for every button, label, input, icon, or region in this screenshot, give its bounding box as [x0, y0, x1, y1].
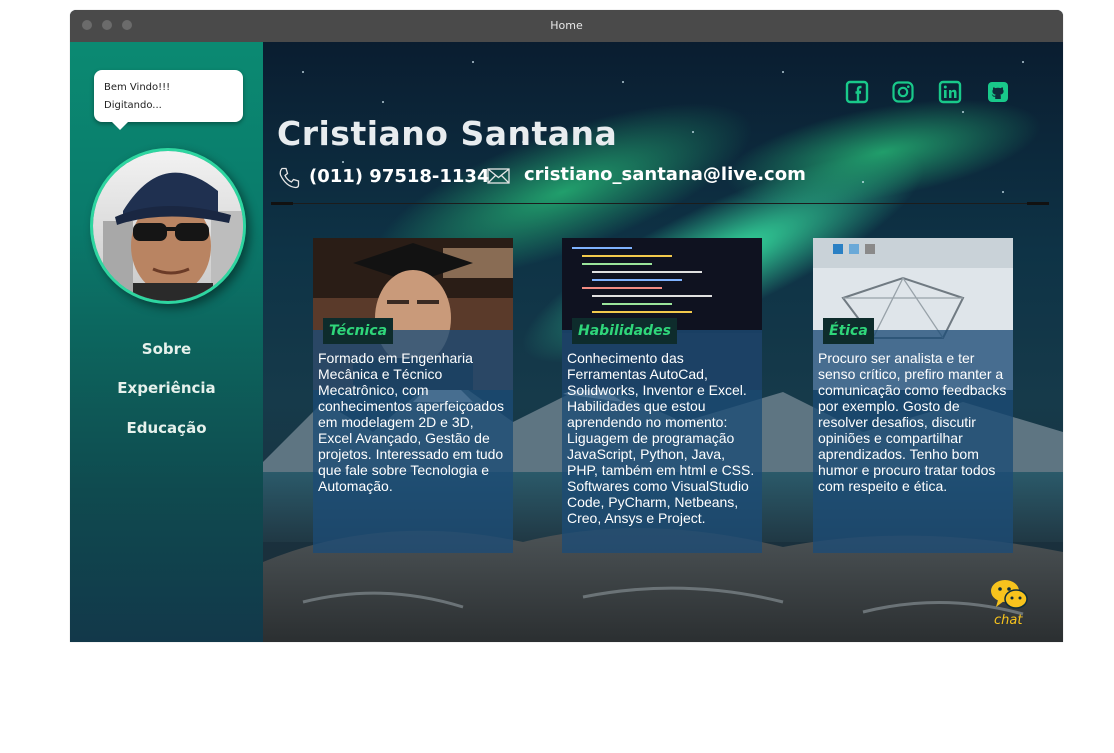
email-address: cristiano_santana@live.com	[524, 164, 806, 185]
avatar-photo	[93, 151, 243, 301]
welcome-text: Bem Vindo!!!	[104, 82, 171, 93]
card-title: Técnica	[323, 318, 394, 344]
card-title: Ética	[823, 318, 874, 344]
card-tecnica: Técnica Formado em Engenharia Mecânica e…	[313, 238, 513, 553]
card-text: Procuro ser analista e ter senso crítico…	[818, 350, 1007, 494]
linkedin-icon[interactable]	[938, 80, 962, 104]
browser-window: Home Bem Vindo!!! Digitando... Sobre Exp…	[70, 10, 1063, 642]
profile-name: Cristiano Santana	[277, 114, 618, 153]
instagram-icon[interactable]	[891, 80, 915, 104]
card-etica: Ética Procuro ser analista e ter senso c…	[813, 238, 1013, 553]
header-divider	[271, 202, 1049, 205]
github-icon[interactable]	[986, 80, 1010, 104]
phone-number: (011) 97518-1134	[309, 166, 490, 187]
nav-educacao[interactable]: Educação	[70, 419, 263, 437]
card-text: Formado em Engenharia Mecânica e Técnico…	[318, 350, 505, 494]
card-text: Conhecimento das Ferramentas AutoCad, So…	[567, 350, 755, 526]
nav-experiencia[interactable]: Experiência	[70, 379, 263, 397]
nav-sobre[interactable]: Sobre	[70, 340, 263, 358]
title-bar: Home	[70, 10, 1063, 42]
sidebar: Bem Vindo!!! Digitando... Sobre Experiên…	[70, 42, 263, 642]
mail-icon	[487, 168, 510, 184]
window-title: Home	[550, 19, 583, 32]
card-habilidades: Habilidades Conhecimento das Ferramentas…	[562, 238, 762, 553]
avatar	[90, 148, 246, 304]
chat-icon	[991, 580, 1028, 609]
chat-label: chat	[994, 613, 1023, 628]
main-content: Cristiano Santana (011) 97518-1134 crist…	[263, 42, 1063, 642]
facebook-icon[interactable]	[845, 80, 869, 104]
welcome-bubble: Bem Vindo!!! Digitando...	[94, 70, 243, 130]
phone-icon	[279, 167, 300, 189]
chat-button[interactable]: chat	[984, 578, 1034, 628]
typing-text: Digitando...	[104, 100, 162, 111]
card-title: Habilidades	[572, 318, 677, 344]
